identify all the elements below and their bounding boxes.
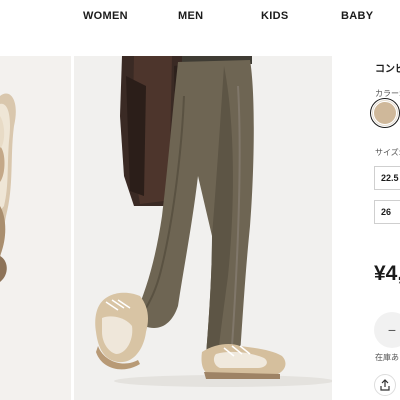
- product-name: コンビ: [375, 64, 400, 75]
- stock-status: 在庫あり: [375, 353, 400, 362]
- size-option-22-5[interactable]: 22.5: [374, 166, 400, 190]
- product-info-panel: コンビ カラー: サイズ: 22.5 26 ¥4, − 在庫あり: [332, 0, 400, 400]
- share-button[interactable]: [374, 374, 396, 396]
- color-swatch-fill: [373, 101, 397, 125]
- share-icon: [380, 379, 390, 391]
- nav-men[interactable]: MEN: [178, 10, 203, 22]
- color-swatch[interactable]: [370, 98, 400, 128]
- main-product-image[interactable]: [74, 56, 332, 400]
- product-thumbnail[interactable]: [0, 56, 71, 400]
- size-option-26[interactable]: 26: [374, 200, 400, 224]
- nav-kids[interactable]: KIDS: [261, 10, 288, 22]
- minus-icon: −: [387, 322, 397, 338]
- model-wearing-trousers-and-sneakers-image: [74, 56, 332, 400]
- size-label: サイズ:: [375, 148, 400, 157]
- product-price: ¥4,: [374, 262, 400, 285]
- sneaker-closeup-image: [0, 56, 71, 400]
- nav-women[interactable]: WOMEN: [83, 10, 128, 22]
- quantity-decrease-button[interactable]: −: [374, 312, 400, 348]
